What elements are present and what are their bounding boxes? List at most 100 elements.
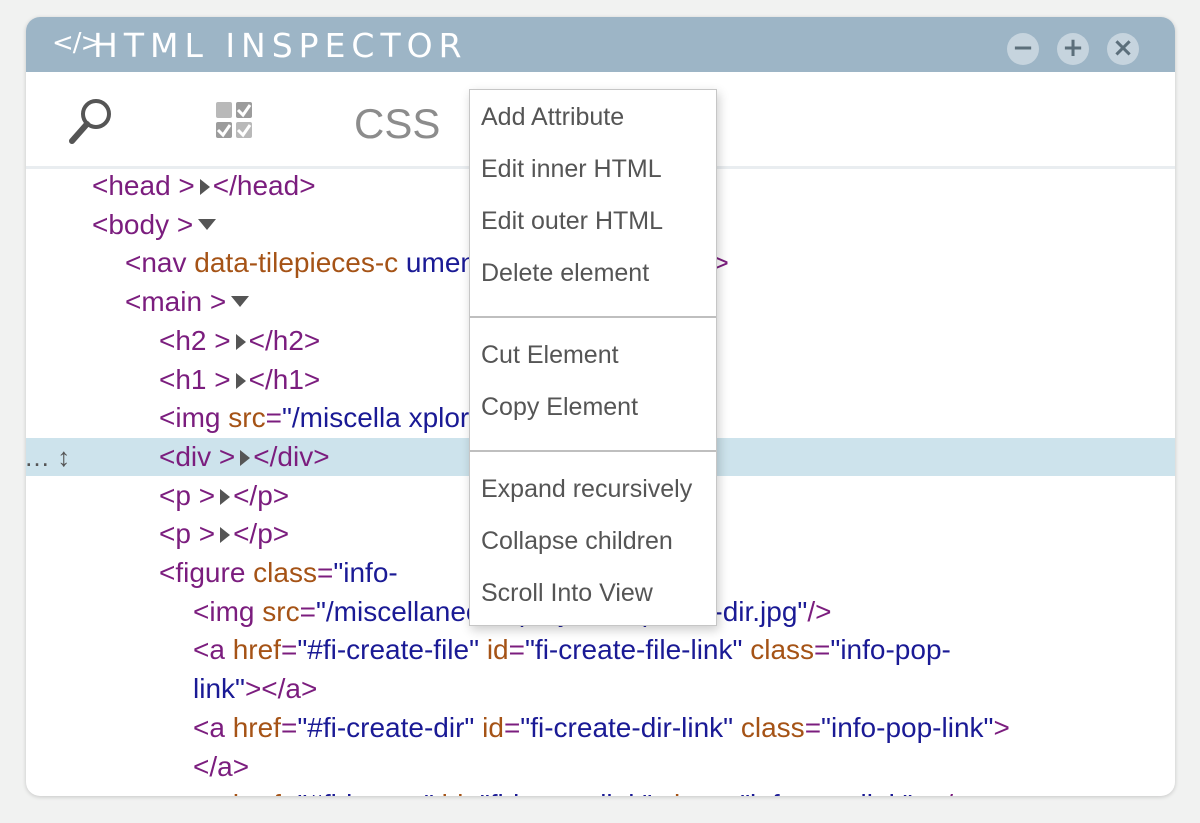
tree-node[interactable]: <a href="#fi-create-file" id="fi-create-… <box>193 631 951 669</box>
menu-item-expand-recursively[interactable]: Expand recursively <box>481 475 692 504</box>
expand-arrow-icon[interactable] <box>240 449 251 466</box>
tag-text: ></a> <box>913 789 985 796</box>
tree-node[interactable]: link"></a> <box>193 670 317 708</box>
tag-text: <a <box>193 711 233 743</box>
tag-text: </a> <box>193 750 250 782</box>
attribute-name: src <box>262 595 300 627</box>
attribute-value: "fi-import-link" <box>480 789 660 796</box>
attribute-name: id <box>482 711 504 743</box>
tag-text: <body > <box>92 208 194 240</box>
menu-item-add-attribute[interactable]: Add Attribute <box>481 103 624 132</box>
menu-item-collapse-children[interactable]: Collapse children <box>481 527 673 556</box>
collapse-arrow-icon[interactable] <box>198 218 217 230</box>
collapse-arrow-icon[interactable] <box>231 296 250 308</box>
attribute-value: "info-pop-link" <box>821 711 994 743</box>
tag-text: </p> <box>233 479 290 511</box>
tree-node[interactable]: <div > </div> <box>159 438 330 476</box>
tag-text: = <box>316 557 334 588</box>
tag-text: <a <box>193 634 233 666</box>
menu-item-copy-element[interactable]: Copy Element <box>481 393 638 422</box>
tree-node[interactable]: <figure class="info- <box>159 554 398 592</box>
tag-text: > <box>993 711 1010 743</box>
tag-text: <p > <box>159 518 216 550</box>
tree-row[interactable]: link"></a> <box>26 670 1175 708</box>
attribute-name: class <box>253 557 317 588</box>
menu-item-delete-element[interactable]: Delete element <box>481 259 649 288</box>
tag-text: <head > <box>92 170 195 201</box>
attribute-name: id <box>486 634 509 666</box>
attribute-name: href <box>233 789 281 796</box>
tag-text: = <box>508 634 525 666</box>
tree-node[interactable]: <head > </head> <box>92 167 316 205</box>
css-tab[interactable]: CSS <box>354 100 440 148</box>
attribute-name: data-tilepieces-c <box>194 247 399 279</box>
html-inspector-window: </> HTML INSPECTOR − + × CSS <head > </h… <box>26 17 1175 796</box>
minimize-button[interactable]: − <box>1007 33 1039 65</box>
tag-text: <img <box>193 595 263 627</box>
tag-text: ></a> <box>244 673 318 705</box>
expand-arrow-icon[interactable] <box>199 179 210 195</box>
menu-item-scroll-into-view[interactable]: Scroll Into View <box>481 579 653 608</box>
tree-node[interactable]: <h2 > </h2> <box>159 322 320 360</box>
title-bar[interactable]: </> HTML INSPECTOR − + × <box>26 17 1175 72</box>
tag-text: = <box>280 711 298 743</box>
expand-arrow-icon[interactable] <box>220 527 231 544</box>
tag-text: </h1> <box>248 363 321 395</box>
tree-row[interactable]: <a href="#fi-create-dir" id="fi-create-d… <box>26 709 1175 747</box>
tag-text: <h2 > <box>159 324 231 356</box>
attribute-name: href <box>232 634 281 666</box>
checklist-icon[interactable] <box>214 100 254 145</box>
attribute-name: src <box>228 402 266 434</box>
menu-item-cut-element[interactable]: Cut Element <box>481 341 619 370</box>
tag-text: = <box>724 789 740 796</box>
tree-node[interactable]: <p > </p> <box>159 515 289 553</box>
attribute-name: class <box>740 711 805 743</box>
drag-handle-icon[interactable]: … ↕ <box>26 438 70 476</box>
attribute-value: "#fi-create-file" <box>297 634 487 666</box>
tag-text: <main > <box>125 286 227 318</box>
attribute-name: id <box>442 789 464 796</box>
search-icon[interactable] <box>66 96 116 151</box>
tag-text: = <box>265 402 282 434</box>
tag-text: <a <box>193 789 233 796</box>
menu-divider <box>470 316 716 318</box>
expand-arrow-icon[interactable] <box>220 488 231 505</box>
expand-arrow-icon[interactable] <box>235 333 246 350</box>
attribute-name: class <box>660 789 724 796</box>
tag-text: = <box>280 634 298 666</box>
tag-text: = <box>814 634 831 666</box>
close-button[interactable]: × <box>1107 33 1139 65</box>
tree-node[interactable]: <h1 > </h1> <box>159 361 320 399</box>
tag-text: </div> <box>253 440 330 472</box>
tag-text: </p> <box>233 518 290 550</box>
tree-node[interactable]: <main > <box>125 283 250 321</box>
tag-text: /> <box>807 595 832 627</box>
attribute-value: link" <box>193 673 245 705</box>
tree-row[interactable]: <a href="#fi-import" id="fi-import-link"… <box>26 786 1175 796</box>
expand-arrow-icon[interactable] <box>235 372 246 389</box>
tag-text: <img <box>159 402 229 434</box>
tag-text: <p > <box>159 479 216 511</box>
tag-text: = <box>299 595 316 627</box>
attribute-value: "#fi-import" <box>297 789 441 796</box>
attribute-value: "info- <box>333 557 398 588</box>
attribute-value: "fi-create-file-link" <box>524 634 751 666</box>
tree-node[interactable]: <body > <box>92 206 217 244</box>
tree-node[interactable]: <a href="#fi-import" id="fi-import-link"… <box>193 786 985 796</box>
tree-node[interactable]: <p > </p> <box>159 477 289 515</box>
attribute-name: class <box>750 634 815 666</box>
tree-row[interactable]: </a> <box>26 748 1175 786</box>
tree-node[interactable]: </a> <box>193 748 249 786</box>
menu-item-edit-outer-html[interactable]: Edit outer HTML <box>481 207 663 236</box>
attribute-value: "info-pop-link" <box>740 789 912 796</box>
window-title: HTML INSPECTOR <box>93 26 468 65</box>
tag-text: <figure <box>159 557 254 588</box>
tree-row[interactable]: <a href="#fi-create-file" id="fi-create-… <box>26 631 1175 669</box>
attribute-value: "#fi-create-dir" <box>297 711 483 743</box>
menu-item-edit-inner-html[interactable]: Edit inner HTML <box>481 155 662 184</box>
maximize-button[interactable]: + <box>1057 33 1089 65</box>
menu-divider <box>470 450 716 452</box>
tree-node[interactable]: <a href="#fi-create-dir" id="fi-create-d… <box>193 709 1010 747</box>
tag-text: = <box>804 711 822 743</box>
attribute-value: "fi-create-dir-link" <box>520 711 741 743</box>
